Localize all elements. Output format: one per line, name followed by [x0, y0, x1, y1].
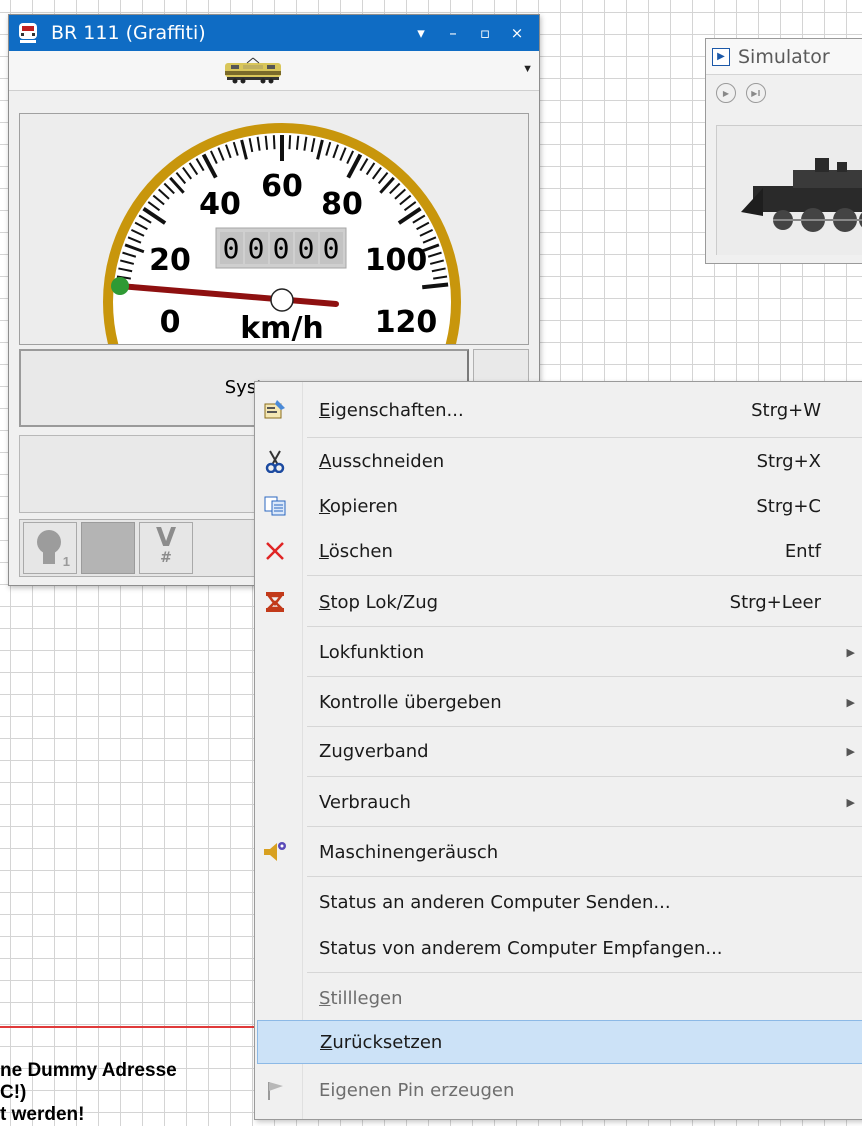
simulator-title: Simulator: [738, 45, 830, 68]
stop-icon: [261, 588, 289, 616]
menu-item-stop-lok-zug[interactable]: Stop Lok/Zug Strg+Leer: [257, 579, 862, 625]
chevron-down-icon[interactable]: ▼: [522, 63, 533, 75]
track-line: [0, 1026, 258, 1028]
scale-label-40: 40: [199, 187, 241, 222]
speed-unit-label: km/h: [240, 311, 324, 345]
scale-label-80: 80: [321, 187, 363, 222]
speed-tick: [295, 135, 300, 150]
needle-hub: [270, 288, 294, 312]
menu-item-verbrauch[interactable]: Verbrauch ▶: [257, 779, 862, 825]
menu-item-lokfunktion[interactable]: Lokfunktion ▶: [257, 629, 862, 675]
simulator-window: ▶ Simulator ▶ ▶‖: [705, 38, 862, 264]
submenu-arrow-icon: ▶: [846, 645, 855, 659]
copy-icon: [261, 492, 289, 520]
menu-item-status-senden[interactable]: Status an anderen Computer Senden...: [257, 879, 862, 925]
odometer-digit: 0: [248, 232, 265, 265]
menu-shortcut: Strg+W: [751, 399, 821, 421]
odometer-digit: 0: [323, 232, 340, 265]
menu-item-stilllegen[interactable]: Stilllegen: [257, 975, 862, 1021]
scale-label-20: 20: [149, 243, 191, 278]
function-button-v[interactable]: V #: [139, 522, 193, 574]
scissors-icon: [261, 447, 289, 475]
odometer-digit: 0: [273, 232, 290, 265]
pause-step-icon[interactable]: ▶‖: [746, 83, 766, 103]
menu-item-eigenen-pin-erzeugen[interactable]: Eigenen Pin erzeugen: [257, 1067, 862, 1113]
play-icon[interactable]: ▶: [716, 83, 736, 103]
maximize-button[interactable]: ▫: [471, 19, 499, 47]
menu-shortcut: Entf: [784, 540, 821, 562]
speed-tick: [422, 282, 449, 290]
v-hash-icon: V #: [155, 523, 177, 566]
close-button[interactable]: ×: [503, 19, 531, 47]
menu-item-eigenschaften[interactable]: Eigenschaften... Strg+W: [257, 387, 862, 433]
menu-shortcut: Strg+X: [756, 450, 821, 472]
warning-text: ne Dummy Adresse C!) t werden!: [0, 1060, 177, 1126]
function-button-light[interactable]: 1: [23, 522, 77, 574]
menu-shortcut: Strg+C: [756, 495, 821, 517]
simulator-icon: ▶: [712, 47, 730, 66]
locomotive-icon: [19, 23, 37, 43]
pin-icon: [261, 1076, 289, 1104]
loco-window-titlebar[interactable]: BR 111 (Graffiti) ▾ – ▫ ×: [9, 15, 539, 51]
engine-sound-icon: [261, 838, 289, 866]
menu-item-status-empfangen[interactable]: Status von anderem Computer Empfangen...: [257, 925, 862, 971]
menu-shortcut: Strg+Leer: [729, 591, 821, 613]
simulator-titlebar[interactable]: ▶ Simulator: [706, 39, 862, 75]
submenu-arrow-icon: ▶: [846, 744, 855, 758]
speed-tick: [264, 135, 269, 150]
menu-item-loeschen[interactable]: Löschen Entf: [257, 528, 862, 574]
minimize-button[interactable]: –: [439, 19, 467, 47]
properties-icon: [261, 396, 289, 424]
scale-label-60: 60: [261, 169, 303, 204]
scale-label-100: 100: [365, 243, 428, 278]
loco-window-title: BR 111 (Graffiti): [51, 22, 206, 44]
steam-locomotive-icon: [741, 158, 862, 232]
odometer-digit: 0: [298, 232, 315, 265]
warning-text-line: t werden!: [0, 1104, 85, 1125]
odometer-digit: 0: [223, 232, 240, 265]
menu-item-ausschneiden[interactable]: Ausschneiden Strg+X: [257, 438, 862, 484]
delete-icon: [261, 537, 289, 565]
menu-item-kopieren[interactable]: Kopieren Strg+C: [257, 483, 862, 529]
scale-label-120: 120: [375, 305, 438, 340]
speed-tick: [288, 135, 292, 150]
menu-item-zuruecksetzen[interactable]: Zurücksetzen: [257, 1020, 862, 1064]
menu-item-kontrolle-uebergeben[interactable]: Kontrolle übergeben ▶: [257, 679, 862, 725]
context-menu: Eigenschaften... Strg+W Ausschneiden Str…: [254, 381, 862, 1120]
function-number: 1: [62, 554, 70, 569]
warning-text-line: C!): [0, 1082, 27, 1103]
odometer: 0 0 0 0 0: [215, 227, 347, 269]
warning-text-line: ne Dummy Adresse: [0, 1060, 177, 1081]
loco-selector-dropdown[interactable]: ▼: [9, 51, 539, 91]
menu-item-zugverband[interactable]: Zugverband ▶: [257, 728, 862, 774]
function-button-2[interactable]: [81, 522, 135, 574]
speed-handle[interactable]: [111, 277, 129, 295]
speedometer[interactable]: 0 20 40 60 80 100 120 0 0 0 0 0 km/h: [19, 113, 529, 345]
speed-tick: [272, 135, 276, 150]
simulator-view: [716, 125, 862, 255]
submenu-arrow-icon: ▶: [846, 695, 855, 709]
loco-image-icon: [225, 57, 281, 84]
scale-label-0: 0: [160, 305, 181, 340]
menu-item-maschinengeraeusch[interactable]: Maschinengeräusch: [257, 829, 862, 875]
submenu-arrow-icon: ▶: [846, 795, 855, 809]
window-menu-button[interactable]: ▾: [407, 19, 435, 47]
